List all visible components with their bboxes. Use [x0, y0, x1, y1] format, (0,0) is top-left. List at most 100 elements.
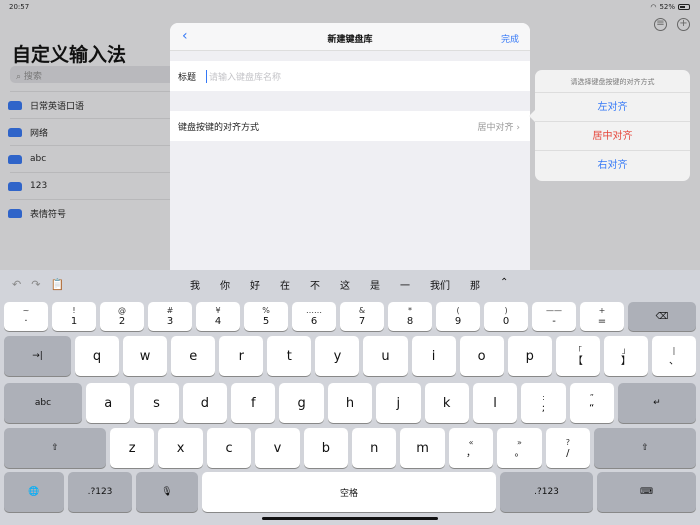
- redo-icon[interactable]: ↷: [31, 278, 40, 291]
- key[interactable]: j: [376, 383, 421, 423]
- key[interactable]: k: [424, 383, 469, 423]
- key[interactable]: t: [267, 336, 312, 376]
- suggestion[interactable]: 不: [310, 277, 320, 292]
- key[interactable]: z: [110, 428, 155, 468]
- search-placeholder: 搜索: [23, 72, 42, 82]
- key[interactable]: ! 1: [52, 302, 96, 331]
- enter-key[interactable]: ↵: [617, 383, 696, 423]
- list-item[interactable]: 表情符号: [8, 199, 180, 226]
- key[interactable]: x: [158, 428, 203, 468]
- key[interactable]: ” “: [569, 383, 614, 423]
- suggestion[interactable]: 是: [370, 277, 380, 292]
- option-center[interactable]: 居中对齐: [535, 122, 690, 151]
- key[interactable]: b: [303, 428, 349, 468]
- suggestion[interactable]: 在: [280, 277, 290, 292]
- key[interactable]: p: [507, 336, 552, 376]
- key-shift-label: ?: [565, 437, 570, 447]
- list-item[interactable]: 日常英语口语: [8, 91, 180, 118]
- title-row[interactable]: 标题 请输入键盘库名称: [170, 61, 530, 91]
- key-shift-label: +: [598, 306, 606, 315]
- key[interactable]: ~ ·: [4, 302, 48, 331]
- key[interactable]: :;: [521, 383, 566, 423]
- key-label: 4: [214, 316, 222, 327]
- key[interactable]: l: [472, 383, 518, 423]
- key[interactable]: h: [327, 383, 373, 423]
- list-item[interactable]: abc: [8, 145, 180, 172]
- suggestion[interactable]: 好: [250, 277, 260, 292]
- key[interactable]: e: [171, 336, 216, 376]
- suggestion[interactable]: 一: [400, 277, 410, 292]
- key-label: 6: [310, 316, 318, 327]
- suggestion[interactable]: 我们: [430, 277, 450, 292]
- key[interactable]: % 5: [244, 302, 288, 331]
- key[interactable]: + =: [580, 302, 624, 331]
- suggestion[interactable]: 这: [340, 277, 350, 292]
- key[interactable]: * 8: [388, 302, 432, 331]
- numbers-key[interactable]: .?123: [68, 472, 132, 512]
- key[interactable]: o: [459, 336, 504, 376]
- key[interactable]: w: [123, 336, 168, 376]
- key[interactable]: @2: [100, 302, 144, 331]
- globe-key[interactable]: 🌐: [4, 472, 64, 512]
- list-item-label: 123: [30, 181, 48, 191]
- key[interactable]: —— -: [532, 302, 576, 331]
- key[interactable]: i: [411, 336, 456, 376]
- key[interactable]: v: [255, 428, 300, 468]
- key[interactable]: …… 6: [292, 302, 336, 331]
- key[interactable]: u: [363, 336, 408, 376]
- key[interactable]: 」】: [603, 336, 648, 376]
- list-item[interactable]: 网络: [8, 118, 180, 145]
- align-row[interactable]: 键盘按键的对齐方式 居中对齐 ›: [170, 111, 530, 141]
- key[interactable]: ) 0: [484, 302, 528, 331]
- key[interactable]: «，: [448, 428, 494, 468]
- key-label: 5: [262, 316, 270, 327]
- numbers-key-right[interactable]: .?123: [500, 472, 593, 512]
- abc-key[interactable]: abc: [4, 383, 82, 423]
- option-right[interactable]: 右对齐: [535, 151, 690, 180]
- key[interactable]: g: [279, 383, 324, 423]
- add-icon[interactable]: +: [677, 18, 690, 31]
- space-key[interactable]: 空格: [202, 472, 496, 512]
- tab-key[interactable]: →|: [4, 336, 71, 376]
- key-label: ;: [541, 402, 546, 414]
- key[interactable]: r: [219, 336, 264, 376]
- delete-key[interactable]: ⌫: [628, 302, 696, 331]
- key[interactable]: (9: [436, 302, 480, 331]
- list-item[interactable]: 123: [8, 172, 180, 199]
- key[interactable]: y: [315, 336, 360, 376]
- filter-icon[interactable]: ≡: [654, 18, 667, 31]
- suggestion[interactable]: 那: [470, 277, 480, 292]
- key[interactable]: f: [231, 383, 276, 423]
- paste-icon[interactable]: 📋: [50, 278, 64, 291]
- key[interactable]: |、: [651, 336, 697, 376]
- key[interactable]: n: [352, 428, 397, 468]
- key[interactable]: q: [75, 336, 120, 376]
- hide-keyboard-key[interactable]: ⌨: [597, 472, 696, 512]
- key[interactable]: ¥4: [196, 302, 240, 331]
- mic-key[interactable]: 🎙: [136, 472, 198, 512]
- done-button[interactable]: 完成: [501, 32, 519, 45]
- suggestion[interactable]: ⌃: [500, 277, 508, 292]
- undo-icon[interactable]: ↶: [12, 278, 21, 291]
- suggestion[interactable]: 你: [220, 277, 230, 292]
- key[interactable]: & 7: [340, 302, 384, 331]
- key[interactable]: m: [400, 428, 445, 468]
- status-bar: 20:57 ◠ 52%: [0, 0, 700, 14]
- key[interactable]: #3: [148, 302, 192, 331]
- shift-key[interactable]: ⇧: [4, 428, 106, 468]
- key-shift-label: 「: [573, 345, 582, 355]
- shift-key-right[interactable]: ⇧: [594, 428, 697, 468]
- key[interactable]: »。: [497, 428, 542, 468]
- key[interactable]: 「【: [555, 336, 600, 376]
- option-left[interactable]: 左对齐: [535, 93, 690, 122]
- suggestion[interactable]: 我: [190, 277, 200, 292]
- key-label: 、: [668, 355, 679, 367]
- title-input[interactable]: 请输入键盘库名称: [206, 69, 281, 83]
- key[interactable]: c: [206, 428, 252, 468]
- popover-header: 请选择键盘按键的对齐方式: [535, 70, 690, 93]
- key[interactable]: s: [134, 383, 179, 423]
- key[interactable]: a: [86, 383, 131, 423]
- search-input[interactable]: ⌕ 搜索: [10, 66, 190, 83]
- key[interactable]: d: [182, 383, 228, 423]
- key[interactable]: ? /: [545, 428, 591, 468]
